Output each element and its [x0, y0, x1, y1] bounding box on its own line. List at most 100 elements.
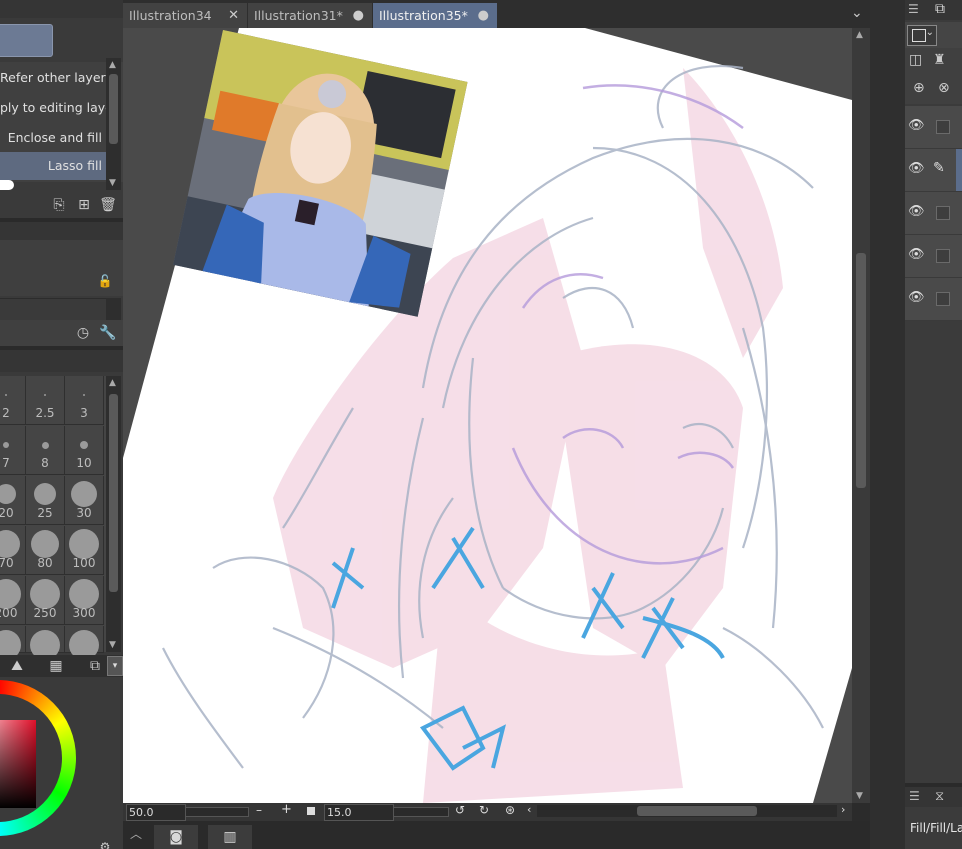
- tab-illustration35[interactable]: Illustration35* ●: [373, 3, 497, 28]
- close-icon[interactable]: ✕: [228, 3, 239, 28]
- scroll-left-icon[interactable]: ‹: [527, 803, 531, 816]
- brush-size-cell[interactable]: [65, 626, 104, 660]
- history-icon[interactable]: ⧖: [935, 789, 944, 804]
- subtool-apply-editing-layer[interactable]: ply to editing layer: [0, 94, 118, 122]
- fit-icon[interactable]: [307, 807, 315, 815]
- scroll-up-icon[interactable]: ▲: [109, 378, 116, 388]
- panel-menu-icon[interactable]: ☰: [908, 2, 919, 16]
- unsaved-dot-icon[interactable]: ●: [478, 3, 489, 28]
- canvas-vertical-scrollbar[interactable]: ▲ ▼: [852, 28, 870, 803]
- eye-icon[interactable]: 👁: [908, 248, 926, 262]
- horizontal-scrollbar[interactable]: [537, 805, 837, 817]
- tab-illustration31[interactable]: Illustration31* ●: [248, 3, 372, 28]
- color-history-tab-icon[interactable]: ⧉: [86, 657, 104, 675]
- brush-size-cell[interactable]: 10: [65, 426, 104, 475]
- reference-image[interactable]: [173, 30, 468, 317]
- layer-checkbox[interactable]: [936, 206, 950, 220]
- menu-dropdown-icon[interactable]: ▾: [107, 656, 123, 676]
- layer-checkbox[interactable]: [936, 292, 950, 306]
- eye-icon[interactable]: 👁: [908, 291, 926, 305]
- layer-row-active[interactable]: 👁 ✎: [905, 149, 962, 192]
- reference-layer-icon[interactable]: ♜: [933, 52, 946, 68]
- brush-size-cell[interactable]: 70: [0, 526, 26, 575]
- copy-subtool-icon[interactable]: ⎘: [50, 196, 68, 214]
- lock-icon[interactable]: 🔓: [96, 272, 114, 290]
- create-subtool-icon[interactable]: ⊞: [75, 196, 93, 214]
- saturation-value-box[interactable]: [0, 720, 36, 808]
- slider-handle-icon[interactable]: [0, 180, 14, 190]
- brush-size-cell[interactable]: 25: [26, 476, 65, 525]
- zoom-field[interactable]: 50.0: [126, 804, 186, 821]
- subtool-refer-other-layers[interactable]: Refer other layers: [0, 64, 112, 92]
- tab-overflow-icon[interactable]: ⌄: [851, 5, 863, 21]
- layer-checkbox[interactable]: [936, 120, 950, 134]
- scroll-right-icon[interactable]: ›: [841, 803, 845, 816]
- scroll-down-icon[interactable]: ▼: [856, 791, 863, 801]
- brush-size-cell[interactable]: 100: [65, 526, 104, 575]
- zoom-out-button[interactable]: –: [256, 803, 262, 817]
- scroll-up-icon[interactable]: ▲: [109, 60, 116, 70]
- brush-size-cell[interactable]: [26, 626, 65, 660]
- subtool-lasso-fill[interactable]: Lasso fill: [46, 152, 106, 180]
- camera-icon[interactable]: ◙: [154, 825, 198, 849]
- zoom-slider[interactable]: [185, 807, 249, 817]
- brush-size-scrollbar[interactable]: ▲ ▼: [106, 376, 121, 652]
- rotate-field[interactable]: 15.0: [324, 804, 394, 821]
- brush-size-cell[interactable]: [0, 626, 26, 660]
- property-scrollbar[interactable]: [106, 298, 121, 320]
- eye-icon[interactable]: 👁: [908, 119, 926, 133]
- rotate-right-icon[interactable]: ↻: [479, 803, 489, 817]
- layer-row[interactable]: 👁: [905, 235, 962, 278]
- subtool-enclose-and-fill[interactable]: Enclose and fill: [0, 124, 106, 152]
- scroll-up-icon[interactable]: ▲: [856, 30, 863, 40]
- brush-size-cell[interactable]: 30: [65, 476, 104, 525]
- brush-size-cell[interactable]: 80: [26, 526, 65, 575]
- brush-size-cell[interactable]: 300: [65, 576, 104, 625]
- layer-row[interactable]: 👁: [905, 278, 962, 321]
- blend-mode-select[interactable]: ⌄: [907, 25, 937, 46]
- eye-icon[interactable]: 👁: [908, 205, 926, 219]
- color-set-tab-icon[interactable]: ▦: [47, 657, 65, 675]
- eye-icon[interactable]: 👁: [908, 162, 926, 176]
- subtool-scrollbar[interactable]: ▲ ▼: [106, 58, 121, 190]
- brush-size-cell[interactable]: 200: [0, 576, 26, 625]
- scroll-down-icon[interactable]: ▼: [109, 640, 116, 650]
- zoom-in-button[interactable]: +: [281, 802, 292, 817]
- canvas-area[interactable]: [123, 28, 852, 803]
- layer-row[interactable]: 👁: [905, 192, 962, 235]
- timeline-icon[interactable]: ▥: [208, 825, 252, 849]
- brush-size-cell[interactable]: 20: [0, 476, 26, 525]
- layer-checkbox[interactable]: [936, 249, 950, 263]
- reset-rotation-icon[interactable]: ⊛: [505, 803, 515, 817]
- scroll-thumb[interactable]: [856, 253, 866, 488]
- new-raster-layer-icon[interactable]: ⊕: [913, 80, 925, 96]
- pen-icon[interactable]: ✎: [933, 160, 945, 176]
- layer-row[interactable]: 👁: [905, 106, 962, 149]
- new-vector-layer-icon[interactable]: ⊗: [938, 80, 950, 96]
- tool-tab-button[interactable]: [0, 24, 53, 57]
- unsaved-dot-icon[interactable]: ●: [353, 3, 364, 28]
- color-wheel-tab-icon[interactable]: ⛰: [8, 657, 26, 675]
- scroll-down-icon[interactable]: ▼: [109, 178, 116, 188]
- clip-layer-icon[interactable]: ◫: [909, 52, 922, 68]
- scroll-thumb[interactable]: [637, 806, 757, 816]
- panel-menu-icon[interactable]: ☰: [909, 789, 920, 803]
- settings-icon[interactable]: ⚙: [96, 838, 114, 849]
- wrench-icon[interactable]: 🔧: [99, 324, 117, 342]
- scroll-thumb[interactable]: [109, 394, 118, 592]
- layers-icon[interactable]: ⧉: [935, 1, 945, 17]
- rotate-slider[interactable]: [393, 807, 449, 817]
- brush-size-cell[interactable]: 250: [26, 576, 65, 625]
- scroll-thumb[interactable]: [109, 74, 118, 144]
- tab-illustration34[interactable]: Illustration34 ✕: [123, 3, 247, 28]
- delete-subtool-icon[interactable]: 🗑: [99, 196, 117, 214]
- brush-size-cell[interactable]: 2.5: [26, 376, 65, 425]
- brush-size-cell[interactable]: 3: [65, 376, 104, 425]
- brush-size-cell[interactable]: 8: [26, 426, 65, 475]
- clock-icon[interactable]: ◷: [74, 324, 92, 342]
- brush-size-cell[interactable]: 7: [0, 426, 26, 475]
- rotate-left-icon[interactable]: ↺: [455, 803, 465, 817]
- brush-size-label: 250: [33, 606, 57, 620]
- collapse-up-icon[interactable]: ︿: [130, 825, 142, 842]
- brush-size-cell[interactable]: 2: [0, 376, 26, 425]
